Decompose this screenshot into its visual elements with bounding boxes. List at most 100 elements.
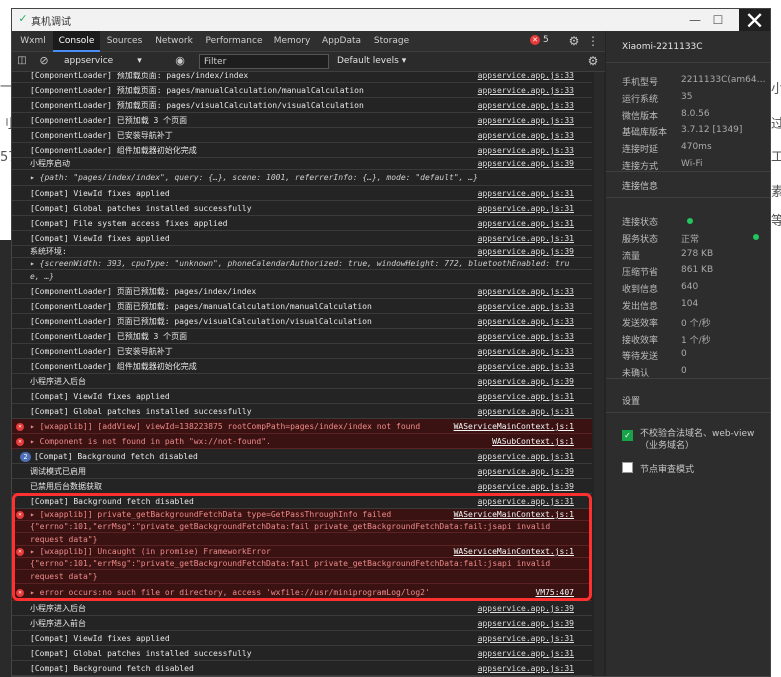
source-link[interactable]: appservice.app.js:33 xyxy=(478,284,574,299)
console-error-row[interactable]: ✕ ▸ error occurs:no such file or director… xyxy=(12,584,592,601)
source-link[interactable]: appservice.app.js:33 xyxy=(478,299,574,314)
console-error-row[interactable]: ✕ ▸ [wxapplib]] [addView] viewId=13822387… xyxy=(12,419,592,434)
console-row[interactable]: [Compat] Global patches installed succes… xyxy=(12,646,592,661)
source-link[interactable]: appservice.app.js:33 xyxy=(478,359,574,374)
tab-performance[interactable]: Performance xyxy=(201,31,267,52)
tab-sources[interactable]: Sources xyxy=(102,31,147,52)
levels-dropdown[interactable]: Default levels ▾ xyxy=(337,56,406,66)
source-link[interactable]: appservice.app.js:39 xyxy=(478,464,574,479)
maximize-button[interactable]: ☐ xyxy=(705,9,731,31)
node-inspect-checkbox[interactable] xyxy=(622,462,633,473)
eye-icon[interactable]: ◉ xyxy=(172,54,188,68)
clear-console-icon[interactable]: ⊘ xyxy=(36,54,52,68)
source-link[interactable]: appservice.app.js:39 xyxy=(478,479,574,494)
console-row[interactable]: [Compat] File system access fixes applie… xyxy=(12,216,592,231)
console-row[interactable]: 小程序进入前台 appservice.app.js:39 xyxy=(12,616,592,631)
more-icon[interactable]: ⋮ xyxy=(585,34,601,48)
console-row[interactable]: 小程序进入后台 appservice.app.js:39 xyxy=(12,601,592,616)
console-row[interactable]: [ComponentLoader] 页面已预加载: pages/visualCa… xyxy=(12,314,592,329)
sidebar-toggle-icon[interactable]: ◫ xyxy=(14,54,30,68)
console-row[interactable]: [ComponentLoader] 预加载页面: pages/index/ind… xyxy=(12,72,592,83)
source-link[interactable]: appservice.app.js:39 xyxy=(478,616,574,631)
console-row[interactable]: [ComponentLoader] 页面已预加载: pages/index/in… xyxy=(12,284,592,299)
console-error-row[interactable]: ✕ ▸ [wxapplib]] private_getBackgroundFetc… xyxy=(12,509,592,521)
tab-console[interactable]: Console xyxy=(53,31,100,52)
source-link[interactable]: appservice.app.js:33 xyxy=(478,344,574,359)
console-row[interactable]: [ComponentLoader] 已安装导航补丁 appservice.app.… xyxy=(12,344,592,359)
console-row[interactable]: [ComponentLoader] 已预加载 3 个页面 appservice.a… xyxy=(12,329,592,344)
console-scrollbar[interactable] xyxy=(594,72,604,676)
context-select[interactable]: appservice ▾ xyxy=(56,54,166,69)
console-error-row[interactable]: ✕ ▸ Component is not found in path "wx://… xyxy=(12,434,592,449)
source-link[interactable]: appservice.app.js:33 xyxy=(478,128,574,143)
source-link[interactable]: appservice.app.js:33 xyxy=(478,83,574,98)
source-link[interactable]: appservice.app.js:33 xyxy=(478,72,574,83)
source-link[interactable]: WASubContext.js:1 xyxy=(492,434,574,449)
console-row[interactable]: [Compat] ViewId fixes applied appservice.… xyxy=(12,231,592,246)
tab-network[interactable]: Network xyxy=(149,31,199,52)
console-row[interactable]: [ComponentLoader] 预加载页面: pages/visualCal… xyxy=(12,98,592,113)
source-link[interactable]: appservice.app.js:31 xyxy=(478,389,574,404)
source-link[interactable]: appservice.app.js:33 xyxy=(478,113,574,128)
console-row[interactable]: e, …} xyxy=(12,270,592,284)
source-link[interactable]: appservice.app.js:31 xyxy=(478,494,574,509)
tab-storage[interactable]: Storage xyxy=(368,31,415,52)
tab-appdata[interactable]: AppData xyxy=(317,31,366,52)
source-link[interactable]: appservice.app.js:39 xyxy=(478,158,574,170)
console-error-row[interactable]: ✕ ▸ [wxapplib]] Uncaught (in promise) Fra… xyxy=(12,546,592,558)
console-row[interactable]: [Compat] Global patches installed succes… xyxy=(12,201,592,216)
source-link[interactable]: appservice.app.js:31 xyxy=(478,201,574,216)
source-link[interactable]: appservice.app.js:33 xyxy=(478,98,574,113)
console-row[interactable]: [ComponentLoader] 页面已预加载: pages/manualCa… xyxy=(12,299,592,314)
source-link[interactable]: appservice.app.js:31 xyxy=(478,661,574,676)
console-row[interactable]: [Compat] Background fetch disabled appser… xyxy=(12,661,592,676)
source-link[interactable]: WAServiceMainContext.js:1 xyxy=(454,546,574,558)
tab-wxml[interactable]: Wxml xyxy=(14,31,52,52)
console-row[interactable]: 已禁用后台数据获取 appservice.app.js:39 xyxy=(12,479,592,494)
source-link[interactable]: VM75:407 xyxy=(535,584,574,601)
console-message: ▸ [wxapplib]] [addView] viewId=138223875… xyxy=(30,422,421,431)
source-link[interactable]: appservice.app.js:39 xyxy=(478,374,574,389)
source-link[interactable]: appservice.app.js:33 xyxy=(478,314,574,329)
source-link[interactable]: appservice.app.js:31 xyxy=(478,646,574,661)
console-row[interactable]: 小程序启动 appservice.app.js:39 xyxy=(12,158,592,170)
console-row[interactable]: [ComponentLoader] 组件加载器初始化完成 appservice.a… xyxy=(12,143,592,158)
gear-icon[interactable]: ⚙ xyxy=(566,34,582,48)
error-count-badge[interactable]: ✕ 5 xyxy=(530,35,549,45)
console-row[interactable]: 调试模式已启用 appservice.app.js:39 xyxy=(12,464,592,479)
source-link[interactable]: WAServiceMainContext.js:1 xyxy=(454,419,574,434)
console-row[interactable]: ▸ {path: "pages/index/index", query: {…}… xyxy=(12,170,592,186)
source-link[interactable]: appservice.app.js:31 xyxy=(478,449,574,464)
console-settings-icon[interactable]: ⚙ xyxy=(585,54,601,68)
source-link[interactable]: appservice.app.js:31 xyxy=(478,186,574,201)
console-error-row[interactable]: {"errno":101,"errMsg":"private_getBackgr… xyxy=(12,558,592,570)
source-link[interactable]: appservice.app.js:39 xyxy=(478,601,574,616)
console-row[interactable]: 小程序进入后台 appservice.app.js:39 xyxy=(12,374,592,389)
console-row[interactable]: [ComponentLoader] 预加载页面: pages/manualCal… xyxy=(12,83,592,98)
source-link[interactable]: WAServiceMainContext.js:1 xyxy=(454,509,574,521)
console-error-row[interactable]: request data"} xyxy=(12,570,592,584)
tab-memory[interactable]: Memory xyxy=(269,31,315,52)
console-row[interactable]: [Compat] ViewId fixes applied appservice.… xyxy=(12,631,592,646)
source-link[interactable]: appservice.app.js:31 xyxy=(478,404,574,419)
console-row[interactable]: [Compat] Background fetch disabled appser… xyxy=(12,494,592,509)
source-link[interactable]: appservice.app.js:31 xyxy=(478,216,574,231)
console-error-row[interactable]: request data"} xyxy=(12,533,592,546)
console-row[interactable]: 2 [Compat] Background fetch disabled appse… xyxy=(12,449,592,464)
console-error-row[interactable]: {"errno":101,"errMsg":"private_getBackgr… xyxy=(12,521,592,533)
console-row[interactable]: [Compat] ViewId fixes applied appservice.… xyxy=(12,186,592,201)
console-row[interactable]: 系统环境: appservice.app.js:39 xyxy=(12,246,592,258)
filter-input[interactable] xyxy=(199,54,329,69)
console-row[interactable]: [ComponentLoader] 已预加载 3 个页面 appservice.a… xyxy=(12,113,592,128)
console-row[interactable]: [Compat] ViewId fixes applied appservice.… xyxy=(12,389,592,404)
console-row[interactable]: [ComponentLoader] 已安装导航补丁 appservice.app.… xyxy=(12,128,592,143)
skip-domain-check-checkbox[interactable]: ✓ xyxy=(622,430,633,441)
source-link[interactable]: appservice.app.js:39 xyxy=(478,246,574,258)
console-row[interactable]: [Compat] Global patches installed succes… xyxy=(12,404,592,419)
source-link[interactable]: appservice.app.js:31 xyxy=(478,231,574,246)
source-link[interactable]: appservice.app.js:33 xyxy=(478,329,574,344)
console-row[interactable]: ▸ {screenWidth: 393, cpuType: "unknown",… xyxy=(12,258,592,270)
console-row[interactable]: [ComponentLoader] 组件加载器初始化完成 appservice.a… xyxy=(12,359,592,374)
source-link[interactable]: appservice.app.js:31 xyxy=(478,631,574,646)
source-link[interactable]: appservice.app.js:33 xyxy=(478,143,574,158)
